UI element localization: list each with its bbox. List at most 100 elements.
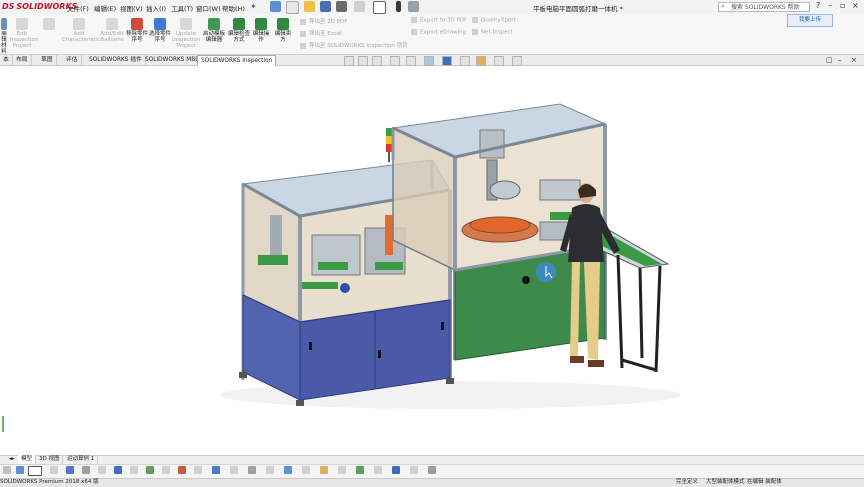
menu-edit[interactable]: 编辑(E) — [94, 3, 116, 13]
display-style-icon[interactable] — [442, 56, 452, 66]
arc-icon[interactable] — [302, 466, 310, 474]
section-icon[interactable] — [410, 466, 418, 474]
select-arrow-icon[interactable] — [373, 1, 386, 14]
undo-icon[interactable] — [354, 1, 365, 12]
move-component-icon[interactable] — [114, 466, 122, 474]
maximize-icon[interactable]: ▫ — [840, 1, 845, 10]
tab-assembly[interactable]: 本 — [0, 55, 13, 65]
zoom-area-icon[interactable] — [358, 56, 368, 66]
options-gear-icon[interactable] — [408, 1, 419, 12]
tab-evaluate[interactable]: 评估 — [63, 55, 82, 65]
menu-tools[interactable]: 工具(T) — [171, 3, 193, 13]
menu-window[interactable]: 窗口(W) — [196, 3, 221, 13]
reference-geometry-icon[interactable] — [162, 466, 170, 474]
status-large-assembly-mode: 大型装配体模式 — [706, 479, 745, 485]
remove-balloon-button[interactable]: 移除零件序号 — [126, 18, 148, 43]
tab-solidworks-inspection[interactable]: SOLIDWORKS Inspection — [197, 55, 277, 66]
section-view-icon[interactable] — [390, 56, 400, 66]
dynamic-annotation-icon[interactable] — [406, 56, 416, 66]
restore-window-icon[interactable]: ▢ — [826, 56, 833, 64]
display-icon[interactable] — [392, 466, 400, 474]
pin-icon[interactable]: ✦ — [250, 2, 257, 11]
search-input[interactable]: 搜索 SOLIDWORKS 帮助 — [718, 2, 810, 12]
edit-vendor-button[interactable]: 编辑卖方 — [273, 18, 293, 43]
interference-check-icon[interactable] — [178, 466, 186, 474]
tab-solidworks-addins[interactable]: SOLIDWORKS 插件 — [86, 55, 146, 65]
sketch-icon[interactable] — [248, 466, 256, 474]
net-inspect-button[interactable]: Net-Inspect — [472, 29, 513, 36]
linear-pattern-icon[interactable] — [98, 466, 106, 474]
line-icon[interactable] — [266, 466, 274, 474]
select-arrow-icon-bottom[interactable] — [28, 466, 42, 476]
minimize-doc-icon[interactable]: – — [838, 56, 842, 64]
edit-material-button[interactable]: 编辑材料 — [0, 18, 8, 55]
upload-button[interactable]: 我要上传 — [787, 14, 833, 27]
view-orientation-icon[interactable] — [424, 56, 434, 66]
edit-inspection-method-button[interactable]: 编辑检查方式 — [228, 18, 250, 43]
view-settings-icon[interactable] — [512, 56, 522, 66]
hide-show-items-icon[interactable] — [460, 56, 470, 66]
tab-model[interactable]: 模型 — [18, 455, 37, 464]
insert-component-icon[interactable] — [146, 466, 154, 474]
select-balloon-label: 选择零件序号 — [149, 31, 172, 43]
machine-model[interactable] — [0, 66, 864, 456]
rotate-component-icon[interactable] — [130, 466, 138, 474]
previous-view-icon[interactable] — [372, 56, 382, 66]
mate-icon[interactable] — [66, 466, 74, 474]
close-icon[interactable]: × — [852, 1, 859, 10]
save-icon[interactable] — [320, 1, 331, 12]
bom-icon[interactable] — [230, 466, 238, 474]
menu-help[interactable]: 帮助(H) — [222, 3, 245, 13]
menu-insert[interactable]: 插入(I) — [146, 3, 166, 13]
update-inspection-project-label: Update Inspection Project — [172, 31, 201, 49]
template-editor-button[interactable]: 启动模板编辑器 — [203, 18, 225, 43]
dimension-icon[interactable] — [356, 466, 364, 474]
edit-operation-button[interactable]: 编辑操作 — [251, 18, 271, 43]
tab-sketch[interactable]: 草图 — [38, 55, 57, 65]
edit-inspection-project-button[interactable]: Edit Inspection Project — [10, 18, 38, 49]
open-folder-icon[interactable] — [304, 1, 315, 12]
export-excel-button[interactable]: 导出至 Excel — [300, 29, 342, 37]
edit-appearance-icon[interactable] — [476, 56, 486, 66]
selection-filter-icon[interactable] — [16, 466, 24, 474]
spline-icon[interactable] — [320, 466, 328, 474]
relation-icon[interactable] — [374, 466, 382, 474]
qualityxpert-button[interactable]: QualityXpert — [472, 17, 516, 24]
tab-solidworks-mbd[interactable]: SOLIDWORKS MBD — [142, 55, 204, 65]
close-doc-icon[interactable]: × — [851, 56, 857, 64]
zoom-to-fit-icon[interactable] — [344, 56, 354, 66]
circle-icon[interactable] — [284, 466, 292, 474]
apply-scene-icon[interactable] — [494, 56, 504, 66]
tab-scroll-icons[interactable]: ◂▸ — [6, 455, 19, 464]
new-document-icon[interactable] — [286, 1, 299, 14]
print-icon[interactable] — [336, 1, 347, 12]
export-2d-pdf-button[interactable]: 导出至 2D PDF — [300, 17, 347, 25]
inspection-export-icon — [300, 42, 306, 49]
filter-icon[interactable] — [3, 466, 11, 474]
characteristic-icon — [73, 18, 85, 30]
assembly-feature-icon[interactable] — [212, 466, 220, 474]
help-icon[interactable]: ? — [816, 1, 820, 10]
status-fully-defined: 完全定义 — [676, 479, 699, 485]
export-inspection-project-button[interactable]: 导出至 SOLIDWORKS Inspection 项目 — [300, 41, 408, 49]
edit-operation-label: 编辑操作 — [252, 31, 270, 43]
trim-icon[interactable] — [338, 466, 346, 474]
home-icon[interactable] — [270, 1, 281, 12]
add-characteristic-button[interactable]: Add Characteristic — [62, 18, 100, 43]
tab-3d-view[interactable]: 3D 视图 — [36, 455, 64, 464]
measure-icon[interactable] — [50, 466, 58, 474]
new-project-button[interactable] — [38, 18, 60, 31]
update-inspection-project-button[interactable]: Update Inspection Project — [172, 18, 200, 49]
menu-view[interactable]: 视图(V) — [120, 3, 143, 13]
select-balloon-button[interactable]: 选择零件序号 — [149, 18, 171, 43]
add-edit-balloons-button[interactable]: Add/Edit Balloons — [100, 18, 124, 43]
export-3d-pdf-button[interactable]: Export to 3D PDF — [411, 17, 467, 24]
export-edrawing-button[interactable]: Export eDrawing — [411, 29, 466, 36]
tab-motion-study-1[interactable]: 运动算例 1 — [64, 455, 99, 464]
smart-fastener-icon[interactable] — [82, 466, 90, 474]
exploded-view-icon[interactable] — [194, 466, 202, 474]
tab-layout[interactable]: 布局 — [13, 55, 32, 65]
menu-file[interactable]: 文件(F) — [67, 3, 89, 13]
view-icon[interactable] — [428, 466, 436, 474]
minimize-icon[interactable]: – — [828, 1, 832, 10]
